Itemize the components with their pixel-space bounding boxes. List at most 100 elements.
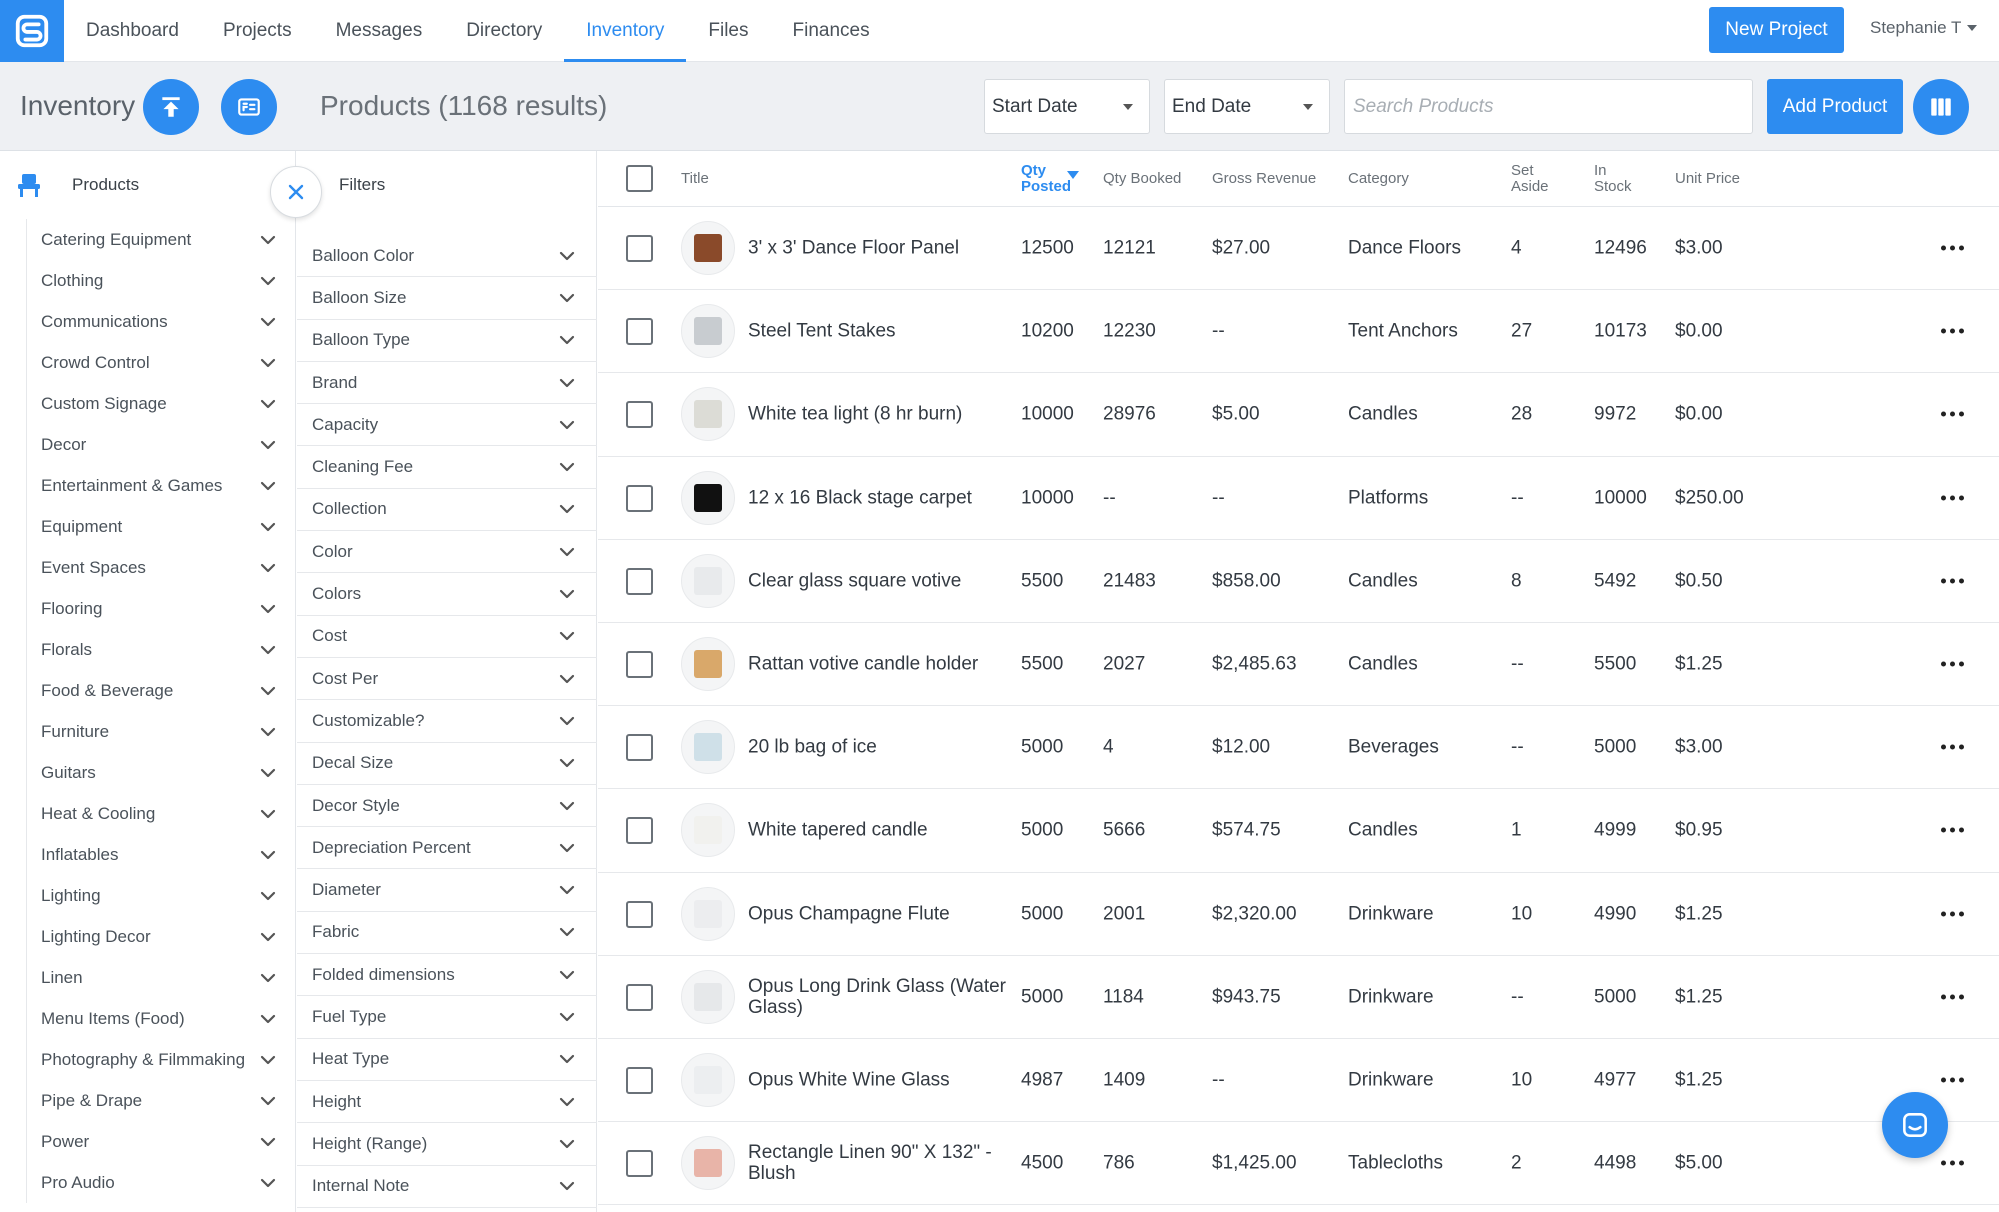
- more-horizontal-icon[interactable]: [1941, 245, 1964, 251]
- category-item[interactable]: Communications: [27, 301, 288, 342]
- end-date-select[interactable]: End Date: [1164, 79, 1330, 134]
- product-title[interactable]: Steel Tent Stakes: [748, 321, 1010, 342]
- filter-item[interactable]: Capacity: [297, 404, 597, 447]
- tab-dashboard[interactable]: Dashboard: [64, 0, 201, 62]
- filter-item[interactable]: Customizable?: [297, 700, 597, 743]
- filter-item[interactable]: Depreciation Percent: [297, 827, 597, 870]
- category-item[interactable]: Florals: [27, 629, 288, 670]
- product-title[interactable]: Opus Champagne Flute: [748, 903, 1010, 924]
- more-horizontal-icon[interactable]: [1941, 827, 1964, 833]
- more-horizontal-icon[interactable]: [1941, 495, 1964, 501]
- category-item[interactable]: Power: [27, 1121, 288, 1162]
- category-item[interactable]: Lighting: [27, 875, 288, 916]
- more-horizontal-icon[interactable]: [1941, 1160, 1964, 1166]
- filter-item[interactable]: Cost Per: [297, 658, 597, 701]
- start-date-select[interactable]: Start Date: [984, 79, 1150, 134]
- table-row[interactable]: 3' x 3' Dance Floor Panel 12500 12121 $27.0…: [598, 207, 1999, 291]
- filter-item[interactable]: Colors: [297, 573, 597, 616]
- filter-item[interactable]: Fabric: [297, 912, 597, 955]
- more-horizontal-icon[interactable]: [1941, 744, 1964, 750]
- table-row[interactable]: 12 x 16 Black stage carpet 10000 -- -- Platf…: [598, 457, 1999, 540]
- tab-directory[interactable]: Directory: [444, 0, 564, 62]
- products-category-header[interactable]: Products: [0, 151, 295, 219]
- category-item[interactable]: Clothing: [27, 260, 288, 301]
- category-item[interactable]: Heat & Cooling: [27, 793, 288, 834]
- columns-button[interactable]: [1913, 79, 1969, 135]
- col-in-stock[interactable]: In Stock: [1594, 163, 1632, 195]
- col-gross-revenue[interactable]: Gross Revenue: [1212, 171, 1316, 187]
- filter-item[interactable]: Balloon Color: [297, 235, 597, 278]
- category-item[interactable]: Linen: [27, 957, 288, 998]
- more-horizontal-icon[interactable]: [1941, 661, 1964, 667]
- row-checkbox[interactable]: [626, 817, 653, 845]
- filter-item[interactable]: Height (Range): [297, 1123, 597, 1166]
- col-category[interactable]: Category: [1348, 171, 1409, 187]
- category-item[interactable]: Flooring: [27, 588, 288, 629]
- table-row[interactable]: Opus Long Drink Glass (Water Glass) 5000 1…: [598, 956, 1999, 1039]
- filter-item[interactable]: Balloon Size: [297, 277, 597, 320]
- product-title[interactable]: White tea light (8 hr burn): [748, 404, 1010, 425]
- product-title[interactable]: White tapered candle: [748, 820, 1010, 841]
- row-checkbox[interactable]: [626, 900, 653, 928]
- table-row[interactable]: White tapered candle 5000 5666 $574.75 Candl…: [598, 789, 1999, 873]
- col-qty-posted[interactable]: Qty Posted: [1021, 163, 1071, 195]
- table-row[interactable]: Steel Tent Stakes 10200 12230 -- Tent Anchor…: [598, 290, 1999, 374]
- tab-files[interactable]: Files: [686, 0, 770, 62]
- filter-item[interactable]: Color: [297, 531, 597, 574]
- category-item[interactable]: Custom Signage: [27, 383, 288, 424]
- product-title[interactable]: Rectangle Linen 90" X 132" - Blush: [748, 1142, 1010, 1184]
- tab-finances[interactable]: Finances: [771, 0, 892, 62]
- filter-item[interactable]: Internal Note: [297, 1166, 597, 1208]
- more-horizontal-icon[interactable]: [1941, 911, 1964, 917]
- filter-item[interactable]: Brand: [297, 362, 597, 405]
- category-item[interactable]: Food & Beverage: [27, 670, 288, 711]
- row-checkbox[interactable]: [626, 1067, 653, 1094]
- more-horizontal-icon[interactable]: [1941, 994, 1964, 1000]
- tab-projects[interactable]: Projects: [201, 0, 314, 62]
- row-checkbox[interactable]: [626, 318, 653, 346]
- product-title[interactable]: Opus White Wine Glass: [748, 1070, 1010, 1091]
- row-checkbox[interactable]: [626, 484, 653, 512]
- new-project-button[interactable]: New Project: [1709, 7, 1844, 53]
- row-checkbox[interactable]: [626, 401, 653, 429]
- filter-item[interactable]: Cost: [297, 616, 597, 658]
- col-set-aside[interactable]: Set Aside: [1511, 163, 1549, 195]
- filter-item[interactable]: Cleaning Fee: [297, 446, 597, 489]
- category-item[interactable]: Event Spaces: [27, 547, 288, 588]
- product-title[interactable]: 3' x 3' Dance Floor Panel: [748, 238, 1010, 259]
- filter-item[interactable]: Collection: [297, 489, 597, 532]
- col-title[interactable]: Title: [681, 171, 709, 187]
- col-qty-booked[interactable]: Qty Booked: [1103, 171, 1181, 187]
- category-item[interactable]: Catering Equipment: [27, 219, 288, 260]
- id-card-button[interactable]: [221, 79, 277, 135]
- filter-item[interactable]: Diameter: [297, 869, 597, 912]
- user-menu[interactable]: Stephanie T: [1870, 18, 1978, 38]
- logo-icon[interactable]: [0, 0, 64, 62]
- tab-inventory[interactable]: Inventory: [564, 0, 687, 62]
- table-row[interactable]: Rattan votive candle holder 5500 2027 $2,48…: [598, 623, 1999, 707]
- row-checkbox[interactable]: [626, 734, 653, 762]
- row-checkbox[interactable]: [626, 1150, 653, 1178]
- table-row[interactable]: Opus Champagne Flute 5000 2001 $2,320.00 Dri…: [598, 873, 1999, 956]
- close-filters-button[interactable]: [270, 166, 322, 218]
- chat-button[interactable]: [1882, 1092, 1948, 1158]
- filter-item[interactable]: Decor Style: [297, 785, 597, 828]
- table-row[interactable]: 20 lb bag of ice 5000 4 $12.00 Beverages -- 50…: [598, 706, 1999, 790]
- category-item[interactable]: Crowd Control: [27, 342, 288, 383]
- category-item[interactable]: Equipment: [27, 506, 288, 547]
- category-item[interactable]: Pro Audio: [27, 1162, 288, 1203]
- row-checkbox[interactable]: [626, 651, 653, 678]
- filter-item[interactable]: Decal Size: [297, 743, 597, 785]
- category-item[interactable]: Decor: [27, 424, 288, 465]
- filter-item[interactable]: Balloon Type: [297, 320, 597, 362]
- table-row[interactable]: White tea light (8 hr burn) 10000 28976 $5.…: [598, 373, 1999, 457]
- table-row[interactable]: Clear glass square votive 5500 21483 $858.0…: [598, 540, 1999, 623]
- more-horizontal-icon[interactable]: [1941, 578, 1964, 584]
- more-horizontal-icon[interactable]: [1941, 328, 1964, 334]
- filter-item[interactable]: Heat Type: [297, 1039, 597, 1081]
- filter-item[interactable]: Fuel Type: [297, 996, 597, 1039]
- row-checkbox[interactable]: [626, 983, 653, 1011]
- category-item[interactable]: Menu Items (Food): [27, 998, 288, 1039]
- category-item[interactable]: Lighting Decor: [27, 916, 288, 957]
- category-item[interactable]: Guitars: [27, 752, 288, 793]
